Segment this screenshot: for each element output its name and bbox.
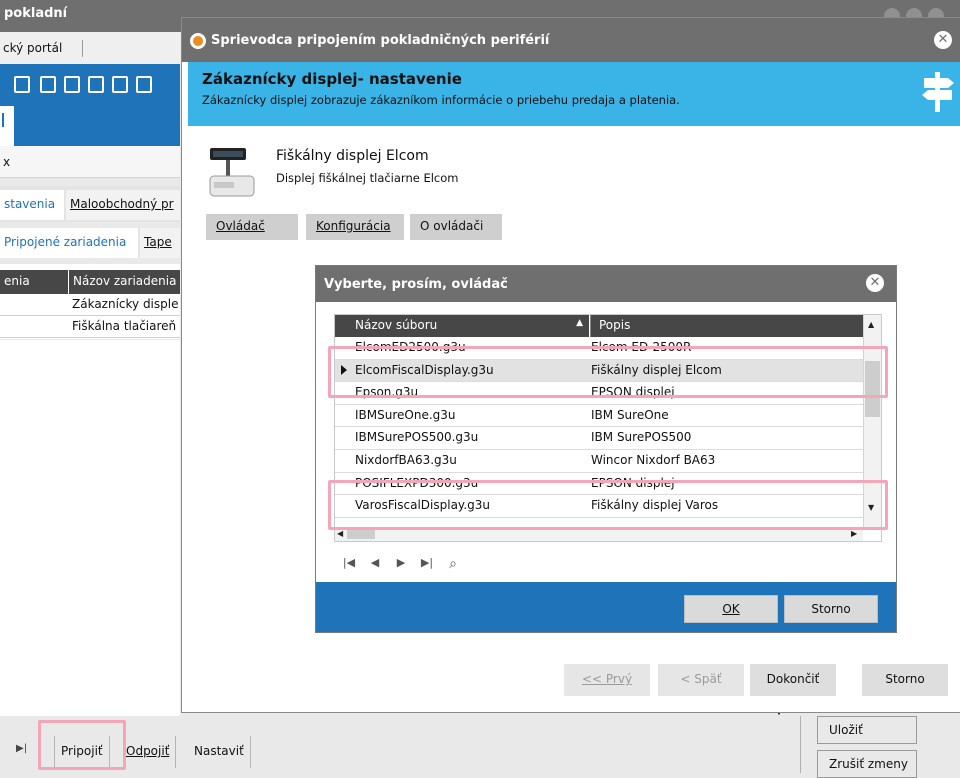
list-item[interactable]: IBMSureOne.g3u IBM SureOne <box>335 405 863 428</box>
tab-retail[interactable]: Maloobchodný pr <box>66 190 180 220</box>
vertical-scrollbar[interactable]: ▲ ▼ <box>863 315 881 527</box>
wizard-title: Sprievodca pripojením pokladničných peri… <box>211 33 550 48</box>
list-item[interactable]: NixdorfBA63.g3u Wincor Nixdorf BA63 <box>335 450 863 473</box>
signpost-icon <box>922 72 954 112</box>
filter-label: x <box>3 155 11 169</box>
bottom-action-bar: ▶| Pripojiť Odpojiť Nastaviť <box>0 716 800 773</box>
new-document-icon[interactable] <box>64 76 80 93</box>
close-icon[interactable]: ✕ <box>934 31 952 49</box>
settings-tabs: stavenia Maloobchodný pr <box>0 186 180 222</box>
sort-asc-icon: ▲ <box>576 318 583 328</box>
driver-dialog-footer: OK Storno <box>316 582 896 632</box>
record-navigator: |◀ ◀ ▶ ▶| ⌕ <box>338 556 538 576</box>
device-title: Fiškálny displej Elcom <box>276 148 429 164</box>
discard-changes-button[interactable]: Zrušiť zmeny <box>817 750 917 778</box>
scroll-down-icon[interactable]: ▼ <box>868 503 874 512</box>
scroll-thumb[interactable] <box>865 361 880 417</box>
list-item[interactable]: IBMSurePOS500.g3u IBM SurePOS500 <box>335 427 863 450</box>
save-button[interactable]: Uložiť <box>817 716 917 744</box>
edit-icon[interactable] <box>88 76 104 93</box>
first-record-icon[interactable]: |◀ <box>338 556 360 576</box>
ok-button[interactable]: OK <box>684 595 778 623</box>
tab-settings[interactable]: stavenia <box>0 190 64 220</box>
finish-button[interactable]: Dokončiť <box>750 664 836 696</box>
banner-subtitle: Zákaznícky displej zobrazuje zákazníkom … <box>202 93 680 107</box>
tab-wallpaper[interactable]: Tape <box>140 228 180 258</box>
previous-record-icon[interactable]: ◀ <box>364 556 386 576</box>
device-tabs: Pripojené zariadenia Tape <box>0 228 180 258</box>
table-row[interactable]: Fiškálna tlačiareň <box>0 316 180 338</box>
configuration-button[interactable]: Konfigurácia <box>306 214 404 240</box>
list-item[interactable]: ElcomED2500.g3u Elcom ED-2500R <box>335 337 863 360</box>
wizard-titlebar: Sprievodca pripojením pokladničných peri… <box>182 18 960 62</box>
tab-connected-devices[interactable]: Pripojené zariadenia <box>0 228 138 258</box>
close-icon[interactable]: ✕ <box>866 274 884 292</box>
connect-button[interactable]: Pripojiť <box>54 736 110 768</box>
divider <box>82 40 83 57</box>
print-icon[interactable] <box>40 76 56 93</box>
background-tabstrip <box>0 106 180 146</box>
list-item[interactable]: Epson.g3u EPSON displej <box>335 382 863 405</box>
scroll-left-icon[interactable]: ◀ <box>337 529 343 538</box>
driver-dialog-titlebar: Vyberte, prosím, ovládač <box>316 266 896 302</box>
scroll-thumb[interactable] <box>347 530 375 539</box>
cancel-button[interactable]: Storno <box>862 664 948 696</box>
table-empty-area <box>0 340 180 718</box>
driver-grid: Názov súboru ▲ Popis ElcomED2500.g3u Elco… <box>334 314 882 542</box>
right-action-column: Uložiť Zrušiť zmeny <box>800 716 960 778</box>
wizard-banner: Zákaznícky displej- nastavenie Zákazníck… <box>188 62 960 126</box>
customer-display-image <box>209 148 255 197</box>
background-window-title: pokladní <box>4 6 68 21</box>
about-driver-button[interactable]: O ovládači <box>410 214 502 240</box>
portal-bar: cký portál <box>0 32 180 64</box>
list-item[interactable]: POSIFLEXPD300.g3u EPSON displej <box>335 473 863 496</box>
image-icon[interactable] <box>136 76 152 93</box>
app-logo-icon <box>190 33 206 49</box>
list-item[interactable]: VarosFiscalDisplay.g3u Fiškálny displej V… <box>335 495 863 518</box>
table-header[interactable]: enia <box>0 270 68 294</box>
cancel-button[interactable]: Storno <box>784 595 878 623</box>
driver-dialog-title: Vyberte, prosím, ovládač <box>324 277 508 292</box>
driver-button[interactable]: Ovládač <box>206 214 298 240</box>
column-header-file[interactable]: Názov súboru ▲ <box>335 315 589 337</box>
copy-icon[interactable] <box>112 76 128 93</box>
active-tab[interactable] <box>0 106 14 146</box>
horizontal-scrollbar[interactable]: ◀ ▶ <box>335 527 863 541</box>
last-record-icon[interactable]: ▶| <box>416 556 438 576</box>
filter-row: x <box>0 146 180 178</box>
skip-last-icon[interactable]: ▶| <box>16 743 27 754</box>
devices-table: enia Názov zariadenia Zákaznícky disple … <box>0 264 180 339</box>
save-icon[interactable] <box>14 76 30 93</box>
column-header-description[interactable]: Popis <box>590 315 863 337</box>
search-icon[interactable]: ⌕ <box>442 556 464 576</box>
back-button[interactable]: < Späť <box>658 664 744 696</box>
background-toolbar <box>0 64 180 106</box>
first-button[interactable]: << Prvý <box>564 664 650 696</box>
banner-title: Zákaznícky displej- nastavenie <box>202 70 462 88</box>
scroll-up-icon[interactable]: ▲ <box>868 320 874 329</box>
scroll-right-icon[interactable]: ▶ <box>851 529 857 538</box>
driver-select-dialog: Vyberte, prosím, ovládač ✕ Názov súboru … <box>316 266 896 632</box>
disconnect-button[interactable]: Odpojiť <box>120 736 177 768</box>
row-pointer-icon <box>341 364 347 375</box>
device-subtitle: Displej fiškálnej tlačiarne Elcom <box>276 171 459 185</box>
next-record-icon[interactable]: ▶ <box>390 556 412 576</box>
portal-label[interactable]: cký portál <box>3 41 62 55</box>
table-row[interactable]: Zákaznícky disple <box>0 294 180 316</box>
configure-button[interactable]: Nastaviť <box>188 736 251 768</box>
list-item-selected[interactable]: ElcomFiscalDisplay.g3u Fiškálny displej E… <box>335 359 863 383</box>
table-header[interactable]: Názov zariadenia <box>69 270 180 294</box>
